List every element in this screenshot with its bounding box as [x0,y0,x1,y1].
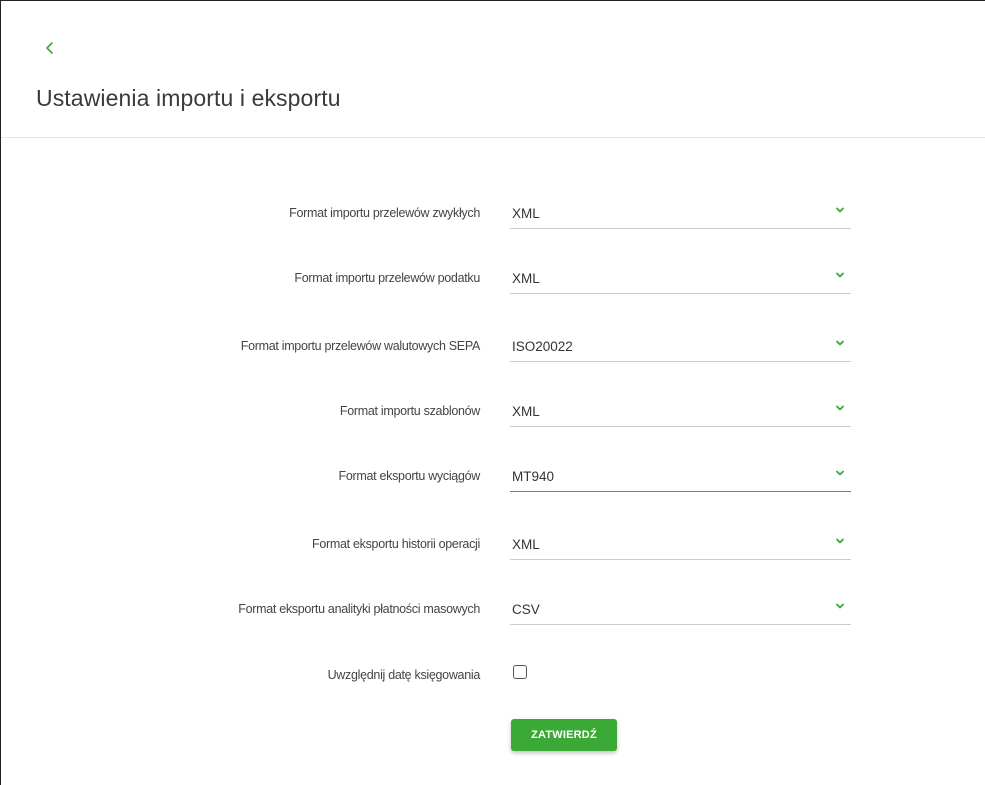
back-button[interactable] [39,37,61,59]
import-sepa-transfers-select[interactable]: ISO20022 [510,331,851,362]
form-row-export-operations-history: Format eksportu historii operacji XML [1,535,985,575]
select-value: XML [512,206,540,221]
page-header: Ustawienia importu i eksportu [1,1,985,138]
import-tax-transfers-select[interactable]: XML [510,263,851,294]
field-label: Format importu przelewów podatku [294,271,480,285]
chevron-down-icon [836,340,844,346]
select-value: XML [512,271,540,286]
page-title: Ustawienia importu i eksportu [36,85,341,111]
chevron-down-icon [836,272,844,278]
chevron-down-icon [836,405,844,411]
field-label: Format importu przelewów walutowych SEPA [240,339,481,353]
form-row-import-templates: Format importu szablonów XML [1,402,985,442]
form-row-import-tax-transfers: Format importu przelewów podatku XML [1,269,985,309]
include-booking-date-checkbox[interactable] [513,665,527,679]
select-value: CSV [512,602,540,617]
import-regular-transfers-select[interactable]: XML [510,198,851,229]
chevron-down-icon [836,207,844,213]
form-row-export-mass-payment-analytics: Format eksportu analityki płatności maso… [1,600,985,640]
field-label: Format importu szablonów [339,404,480,418]
form-row-import-regular-transfers: Format importu przelewów zwykłych XML [1,204,985,244]
form-row-export-statements: Format eksportu wyciągów MT940 [1,467,985,507]
checkbox-label: Uwzględnij datę księgowania [327,668,481,682]
field-label: Format importu przelewów zwykłych [289,206,480,220]
field-label: Format eksportu analityki płatności maso… [238,602,480,616]
field-label: Format eksportu wyciągów [338,469,481,483]
field-label: Format eksportu historii operacji [312,537,480,551]
submit-button[interactable]: ZATWIERDŹ [511,719,617,751]
export-mass-payment-analytics-select[interactable]: CSV [510,594,851,625]
select-value: MT940 [512,469,555,484]
chevron-left-icon [46,42,53,54]
chevron-down-icon [836,470,844,476]
import-templates-select[interactable]: XML [510,396,851,427]
settings-page: Ustawienia importu i eksportu Format imp… [0,0,985,785]
chevron-down-icon [836,603,844,609]
export-operations-history-select[interactable]: XML [510,529,851,560]
form-row-include-booking-date: Uwzględnij datę księgowania [1,665,985,706]
chevron-down-icon [836,538,844,544]
export-statements-select[interactable]: MT940 [510,461,851,492]
select-value: XML [512,404,540,419]
form-row-import-sepa-transfers: Format importu przelewów walutowych SEPA… [1,337,985,377]
select-value: ISO20022 [512,339,573,354]
select-value: XML [512,537,540,552]
